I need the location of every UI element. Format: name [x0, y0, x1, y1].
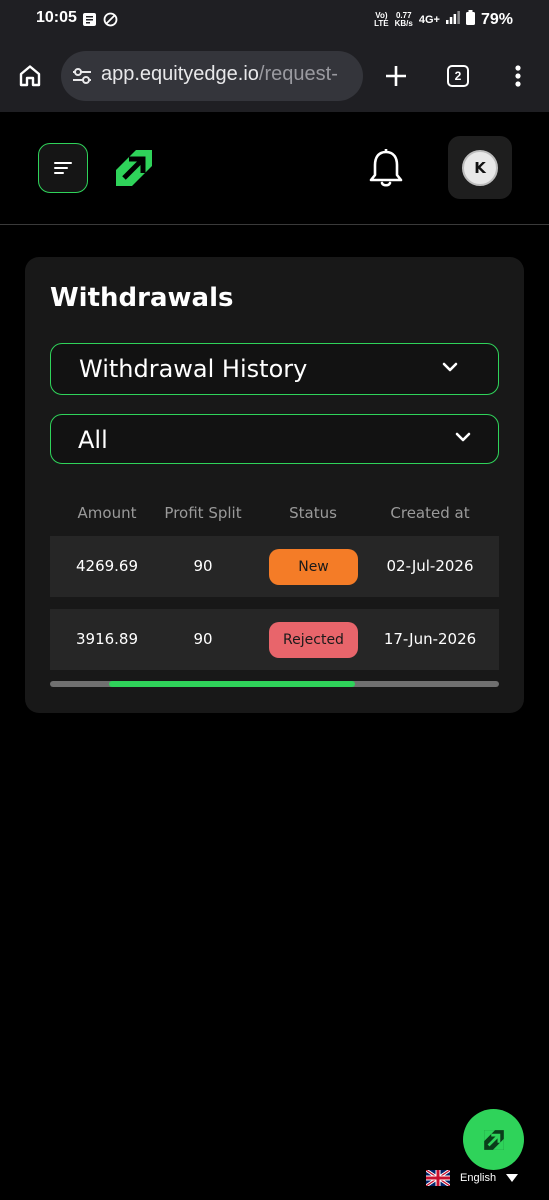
scrollbar-thumb[interactable] — [109, 681, 355, 687]
support-fab-button[interactable] — [463, 1109, 524, 1170]
menu-button[interactable] — [38, 143, 88, 193]
status-time: 10:05 — [36, 9, 77, 26]
equityedge-logo[interactable] — [112, 146, 156, 194]
cell-amount: 4269.69 — [75, 557, 139, 575]
language-selector[interactable]: English — [426, 1170, 519, 1186]
chevron-down-icon — [442, 362, 458, 372]
chevron-down-icon — [455, 432, 471, 442]
site-settings-icon[interactable] — [71, 66, 93, 90]
cell-amount: 3916.89 — [75, 630, 139, 648]
language-label: English — [460, 1172, 497, 1184]
table-header: Amount Profit Split Status Created at — [50, 500, 499, 536]
battery-icon — [465, 10, 475, 30]
column-header-created-at: Created at — [390, 504, 470, 522]
status-badge: New — [269, 549, 358, 585]
home-icon — [19, 65, 41, 87]
status-filter-select[interactable]: All — [50, 414, 499, 464]
app-header: K — [0, 112, 549, 225]
new-tab-button[interactable] — [380, 60, 412, 92]
signal-icon — [445, 11, 460, 29]
column-header-amount: Amount — [77, 504, 137, 522]
cell-profit-split: 90 — [193, 557, 213, 575]
page-title: Withdrawals — [50, 283, 234, 313]
uk-flag-icon — [426, 1170, 450, 1186]
withdrawals-card: Withdrawals Withdrawal History All Amoun… — [25, 257, 524, 713]
more-vert-icon — [515, 65, 521, 87]
do-not-disturb-icon — [103, 12, 118, 31]
withdrawals-table: Amount Profit Split Status Created at 42… — [50, 500, 499, 670]
notification-icon — [82, 12, 97, 31]
table-horizontal-scrollbar[interactable] — [50, 681, 499, 687]
battery-percent: 79% — [480, 11, 513, 28]
caret-down-icon — [506, 1174, 519, 1182]
browser-menu-button[interactable] — [508, 60, 528, 92]
url-text: app.equityedge.io/request- — [101, 63, 338, 86]
volte-indicator: Vo) LTE — [374, 11, 389, 28]
table-row[interactable]: 4269.69 90 New 02-Jul-2026 — [50, 536, 499, 597]
notifications-button[interactable] — [367, 148, 405, 192]
avatar: K — [462, 149, 498, 186]
status-filter-value: All — [78, 426, 108, 454]
browser-toolbar: app.equityedge.io/request- 2 — [0, 40, 549, 112]
url-host: app.equityedge.io — [101, 63, 259, 85]
column-header-status: Status — [289, 504, 337, 522]
status-indicators: Vo) LTE 0.77 KB/s 4G+ 79% — [374, 10, 513, 30]
cell-created-at: 17-Jun-2026 — [383, 630, 477, 648]
column-header-profit-split: Profit Split — [164, 504, 242, 522]
status-badge: Rejected — [269, 622, 358, 658]
menu-icon — [54, 162, 72, 174]
home-button[interactable] — [14, 60, 46, 92]
tab-switcher-button[interactable]: 2 — [447, 65, 469, 87]
profile-button[interactable]: K — [448, 136, 512, 199]
speed-indicator: 0.77 KB/s — [394, 11, 413, 28]
view-select[interactable]: Withdrawal History — [50, 343, 499, 395]
view-select-value: Withdrawal History — [79, 355, 308, 383]
cell-profit-split: 90 — [193, 630, 213, 648]
cell-created-at: 02-Jul-2026 — [386, 557, 474, 575]
url-path: /request- — [258, 63, 338, 85]
bell-icon — [369, 149, 403, 187]
table-row[interactable]: 3916.89 90 Rejected 17-Jun-2026 — [50, 609, 499, 670]
plus-icon — [386, 66, 406, 86]
status-bar: 10:05 Vo) LTE 0.77 KB/s 4G+ 79% — [0, 0, 549, 40]
network-type: 4G+ — [418, 14, 440, 26]
address-bar[interactable]: app.equityedge.io/request- — [61, 51, 363, 101]
equityedge-logo-icon — [483, 1129, 504, 1150]
